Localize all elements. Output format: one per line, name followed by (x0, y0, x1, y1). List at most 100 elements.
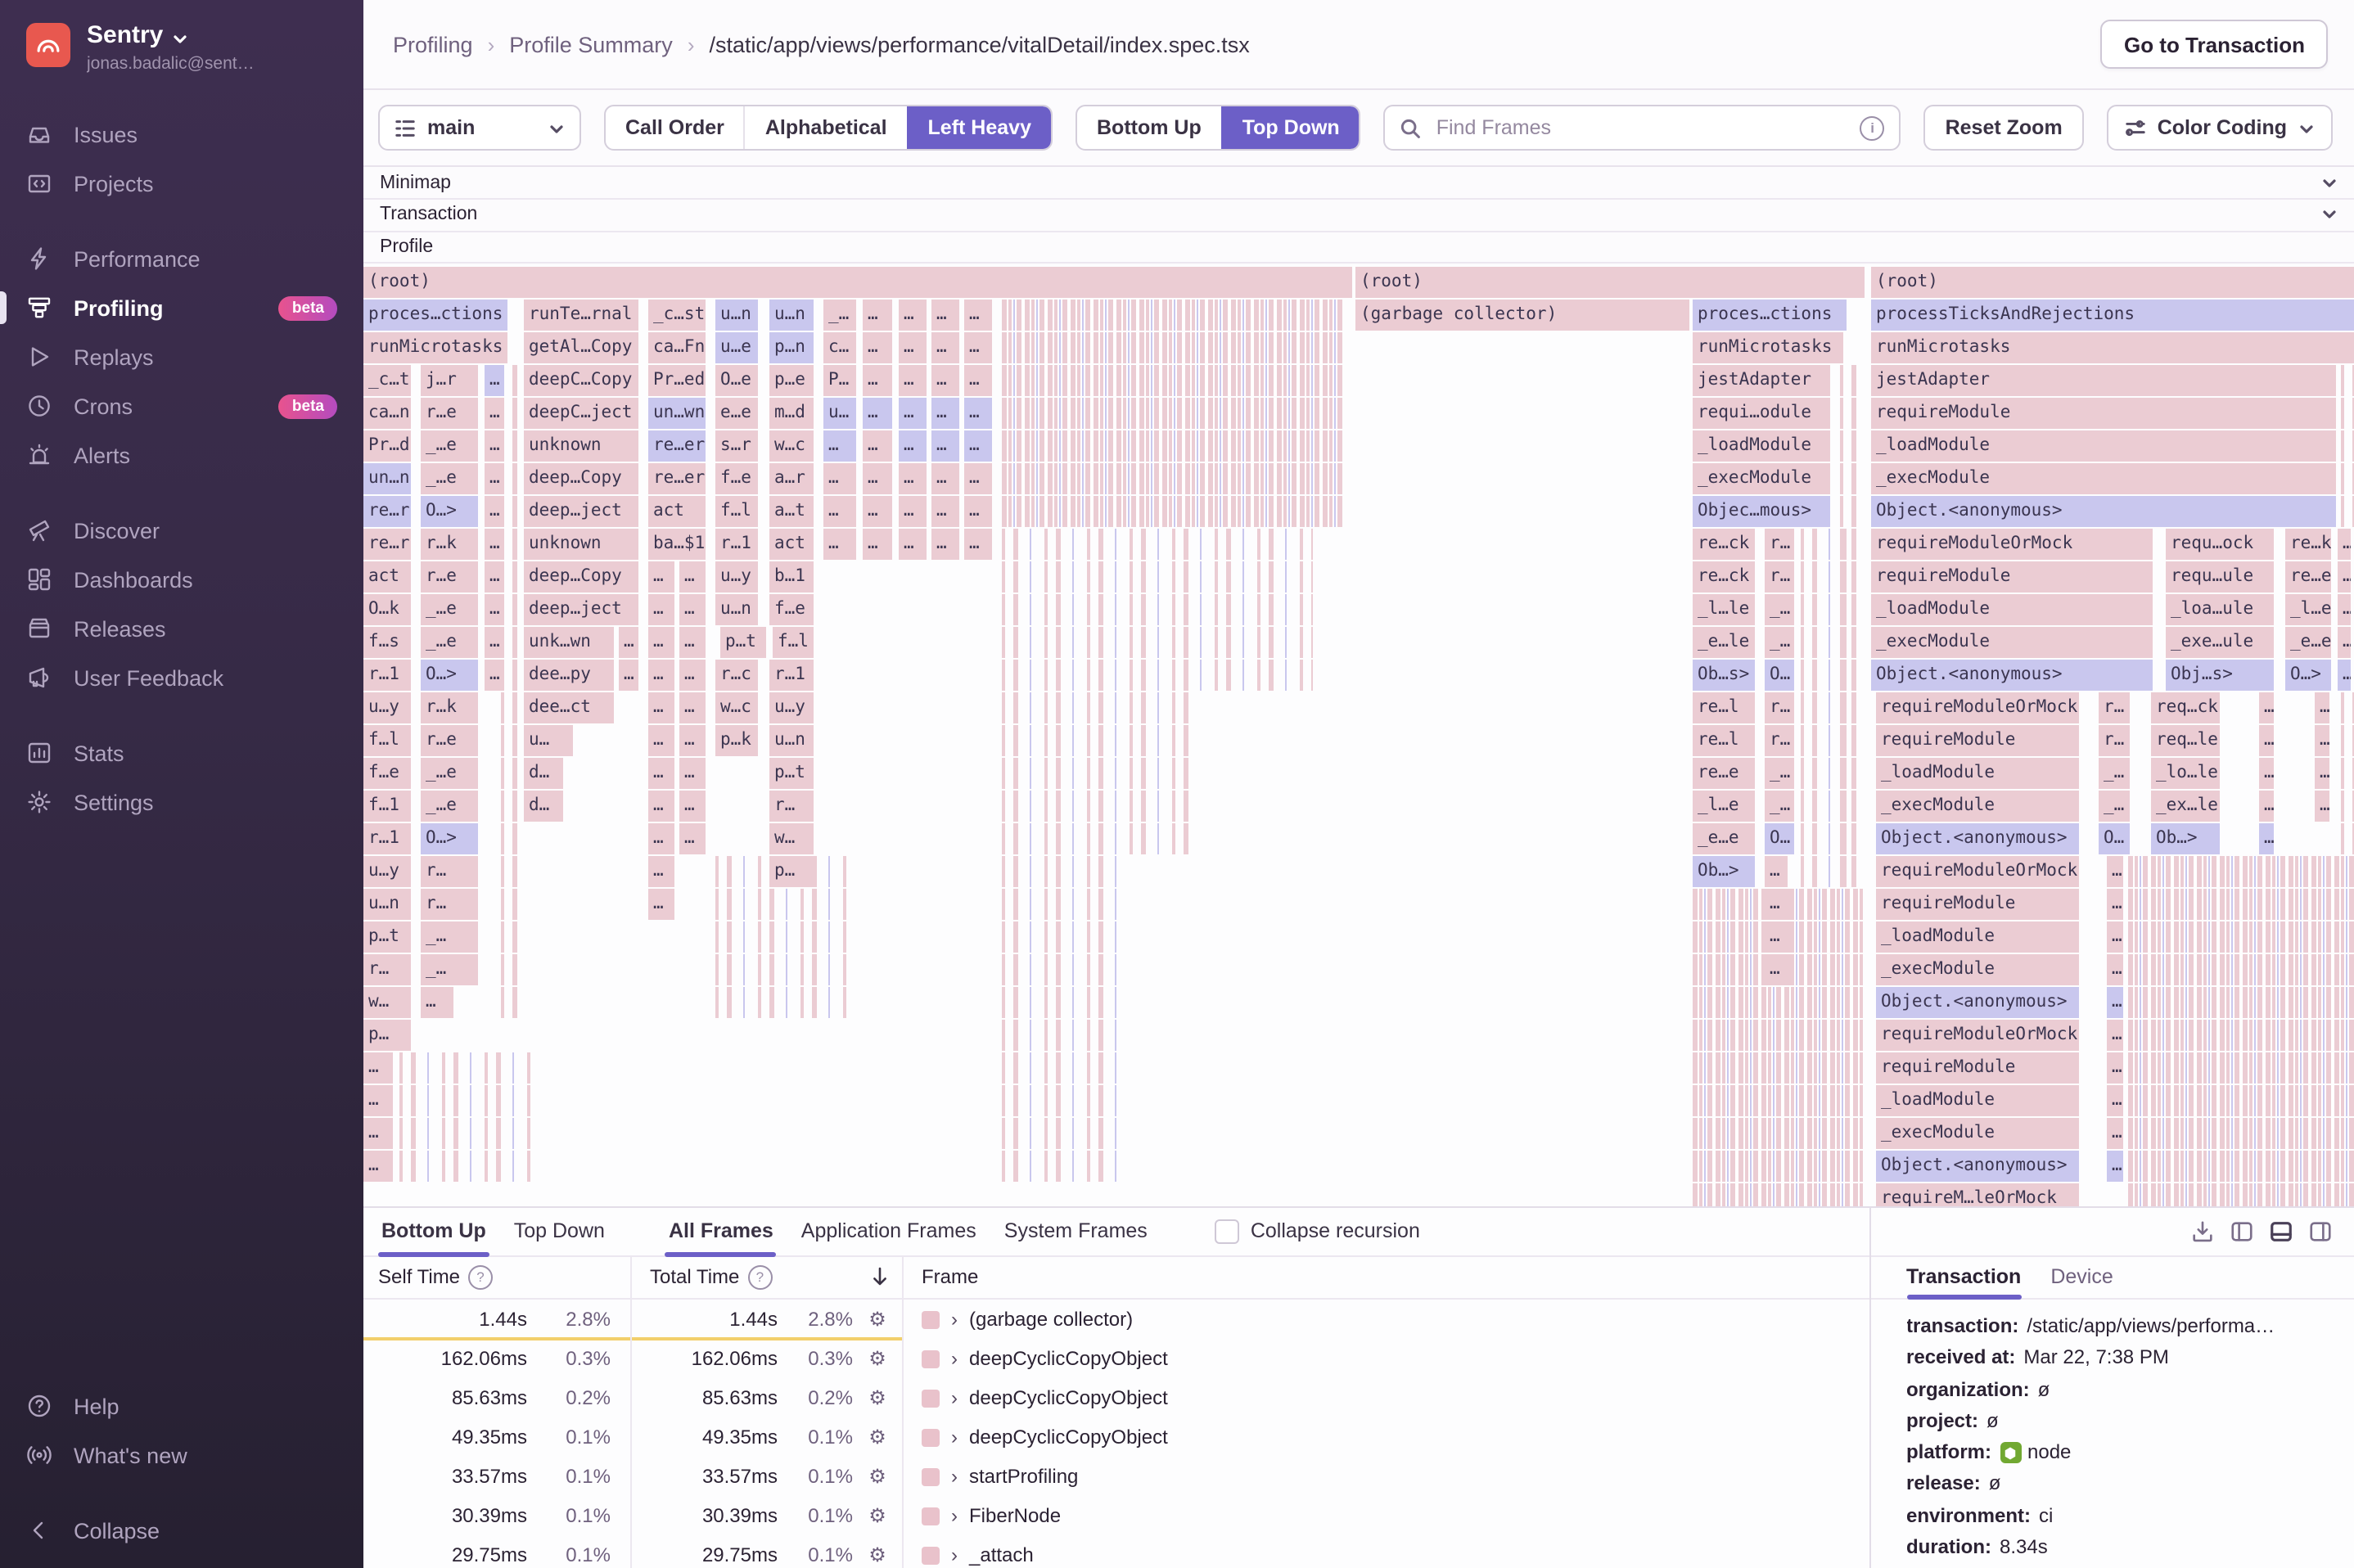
flame-frame[interactable]: O… (1765, 659, 1794, 690)
flame-frame[interactable]: … (931, 528, 959, 559)
sort-left-heavy-button[interactable]: Left Heavy (907, 106, 1051, 149)
flame-frame[interactable]: Pr…d (363, 430, 411, 461)
flame-frame[interactable]: r…1 (715, 528, 758, 559)
breadcrumb-profile-summary[interactable]: Profile Summary (509, 32, 673, 56)
flame-frame[interactable]: … (679, 692, 706, 723)
flame-frame[interactable]: … (648, 822, 674, 854)
flame-frame[interactable]: act (648, 495, 706, 526)
flame-frame[interactable]: … (648, 692, 674, 723)
flame-frame[interactable]: … (863, 299, 892, 330)
flame-frame[interactable]: processTicksAndRejections (1871, 299, 2354, 330)
flame-frame[interactable]: f…l (715, 495, 758, 526)
flame-frame[interactable]: runMicrotasks (363, 331, 507, 363)
flame-frame[interactable]: O…e (715, 364, 758, 395)
flame-frame[interactable]: … (2107, 953, 2123, 985)
frame-options-gear-icon[interactable]: ⚙ (853, 1308, 902, 1331)
flame-frame[interactable]: un…n (363, 462, 411, 493)
flame-frame[interactable]: Object.<anonymous> (1871, 495, 2336, 526)
flame-frame[interactable]: … (2107, 1117, 2123, 1148)
col-self-time[interactable]: Self Time (378, 1266, 460, 1289)
flame-frame[interactable]: _… (2099, 790, 2130, 821)
flame-frame[interactable]: _loadModule (1876, 757, 2079, 788)
flame-frame[interactable]: u…y (715, 561, 758, 592)
flame-frame[interactable]: … (863, 331, 892, 363)
flame-frame[interactable]: … (485, 593, 504, 624)
flame-frame[interactable]: u… (524, 724, 573, 755)
flamegraph[interactable]: (root)(root)(root)proces…ctionsrunTe…rna… (363, 264, 2354, 1205)
flame-frame[interactable]: … (931, 331, 959, 363)
flame-frame[interactable]: requireModule (1876, 724, 2079, 755)
flame-frame[interactable]: _e…e (1693, 822, 1755, 854)
collapse-recursion-checkbox[interactable]: Collapse recursion (1215, 1219, 1420, 1243)
sidebar-item-collapse[interactable]: Collapse (0, 1506, 363, 1555)
col-total-time[interactable]: Total Time (650, 1266, 739, 1289)
flame-frame[interactable]: f…e (715, 462, 758, 493)
flame-frame[interactable]: f…l (773, 626, 814, 657)
minimap-section-header[interactable]: Minimap (363, 168, 2354, 200)
flame-frame[interactable]: … (899, 462, 927, 493)
expand-chevron-icon[interactable]: › (951, 1465, 958, 1488)
flame-frame[interactable]: r…1 (363, 659, 411, 690)
flame-frame[interactable]: _execModule (1871, 626, 2153, 657)
flame-frame[interactable]: requireModuleOrMock (1871, 528, 2153, 559)
flame-frame[interactable]: runMicrotasks (1871, 331, 2354, 363)
flame-frame[interactable]: re…k (2285, 528, 2331, 559)
flame-frame[interactable]: requ…ock (2166, 528, 2274, 559)
flame-frame[interactable]: … (2107, 921, 2123, 952)
flame-frame[interactable]: … (619, 659, 638, 690)
go-to-transaction-button[interactable]: Go to Transaction (2101, 20, 2328, 69)
flame-frame[interactable]: … (679, 822, 706, 854)
table-row[interactable]: 33.57ms0.1%33.57ms0.1%⚙›startProfiling (363, 1457, 1869, 1496)
flame-frame[interactable]: … (2315, 724, 2329, 755)
frame-options-gear-icon[interactable]: ⚙ (853, 1543, 902, 1566)
flame-frame[interactable]: re…er (648, 430, 706, 461)
flame-frame[interactable]: … (485, 462, 504, 493)
flame-frame[interactable]: … (2338, 659, 2351, 690)
transaction-section-header[interactable]: Transaction (363, 200, 2354, 232)
flame-frame[interactable]: r… (2099, 692, 2130, 723)
flame-frame[interactable]: ca…Fn (648, 331, 706, 363)
flame-frame[interactable]: u…y (769, 692, 814, 723)
flame-frame[interactable]: … (485, 528, 504, 559)
flame-frame[interactable]: r… (1765, 724, 1794, 755)
flame-frame[interactable]: … (964, 331, 992, 363)
flame-frame[interactable]: _… (1765, 626, 1794, 657)
flame-frame[interactable]: requireModuleOrMock (1876, 855, 2079, 886)
flame-frame[interactable]: u…e (715, 331, 758, 363)
flame-frame[interactable]: d… (524, 790, 563, 821)
flame-frame[interactable]: proces…ctions (1693, 299, 1847, 330)
expand-chevron-icon[interactable]: › (951, 1504, 958, 1527)
flame-frame[interactable]: … (2107, 1019, 2123, 1050)
tab-application-frames[interactable]: Application Frames (798, 1207, 980, 1255)
flame-frame[interactable]: _…e (421, 430, 478, 461)
flame-frame[interactable]: … (899, 397, 927, 428)
flame-frame[interactable]: … (823, 528, 856, 559)
flame-frame[interactable]: ba…$1 (648, 528, 706, 559)
flame-frame[interactable]: _loadModule (1876, 1084, 2079, 1115)
flame-frame[interactable]: _…e (421, 462, 478, 493)
flame-frame[interactable]: re…ck (1693, 528, 1755, 559)
flame-frame[interactable]: _e…le (1693, 626, 1755, 657)
flame-frame[interactable]: r… (1765, 692, 1794, 723)
flame-frame[interactable]: _l…e (1693, 790, 1755, 821)
flame-frame[interactable]: _loadModule (1871, 430, 2336, 461)
flame-frame[interactable]: r… (363, 953, 411, 985)
flame-frame[interactable]: … (899, 528, 927, 559)
flame-frame[interactable]: unk…wn (524, 626, 614, 657)
flame-frame[interactable]: … (2259, 757, 2274, 788)
flame-frame[interactable]: … (363, 1084, 393, 1115)
flame-frame[interactable]: … (899, 364, 927, 395)
flame-frame[interactable]: _l…e (2285, 593, 2331, 624)
flame-frame[interactable]: deep…ject (524, 495, 638, 526)
flame-frame[interactable]: Object.<anonymous> (1876, 822, 2079, 854)
flame-frame[interactable]: u…n (715, 299, 758, 330)
flame-frame[interactable]: … (899, 430, 927, 461)
flame-frame[interactable]: e…e (715, 397, 758, 428)
sort-alphabetical-button[interactable]: Alphabetical (744, 106, 907, 149)
flame-frame[interactable]: … (679, 659, 706, 690)
flame-frame[interactable]: b…1 (769, 561, 814, 592)
flame-frame[interactable]: … (619, 626, 638, 657)
flame-frame[interactable]: _execModule (1876, 1117, 2079, 1148)
flame-frame[interactable]: r… (2099, 724, 2130, 755)
flame-frame[interactable]: re…e (2285, 561, 2331, 592)
